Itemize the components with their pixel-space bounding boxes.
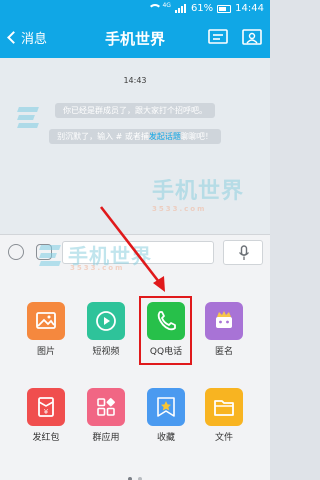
panel-item-label: 收藏 bbox=[156, 433, 175, 443]
panel-tile bbox=[27, 302, 65, 340]
battery-percent: 61% bbox=[190, 3, 214, 14]
microphone-icon bbox=[238, 245, 250, 260]
watermark-sub: 3533.com bbox=[70, 264, 125, 272]
signal-icon bbox=[174, 4, 187, 13]
favorite-star-icon bbox=[157, 397, 175, 417]
wifi-icon bbox=[148, 4, 163, 13]
group-info-icon[interactable] bbox=[208, 28, 228, 50]
image-icon bbox=[36, 312, 56, 329]
watermark-logo-icon bbox=[17, 105, 42, 129]
panel-tile: ¥ bbox=[27, 388, 65, 426]
start-topic-link[interactable]: 发起话题 bbox=[149, 132, 181, 141]
panel-item-label: 群应用 bbox=[92, 433, 120, 443]
panel-item-label: 短视频 bbox=[92, 347, 120, 357]
chat-timestamp: 14:43 bbox=[123, 76, 147, 85]
anonymous-mask-icon bbox=[216, 311, 232, 328]
watermark-text: 手机世界 bbox=[152, 179, 245, 204]
panel-item-pictures[interactable]: 图片 bbox=[24, 302, 68, 357]
battery-icon bbox=[217, 4, 232, 13]
page-indicator bbox=[0, 466, 270, 480]
status-time: 14:44 bbox=[235, 3, 264, 14]
panel-tile bbox=[87, 388, 125, 426]
panel-item-label: 图片 bbox=[36, 347, 55, 357]
system-message-text: 别沉默了，输入 # 或者捕发起话题聊聊吧！ bbox=[49, 129, 221, 144]
panel-tile bbox=[87, 302, 125, 340]
video-play-icon bbox=[96, 311, 116, 331]
apps-grid-icon bbox=[97, 398, 115, 416]
panel-item-group-apps[interactable]: 群应用 bbox=[84, 388, 128, 443]
status-bar: 4G 61% 14:44 bbox=[0, 0, 270, 18]
highlight-box bbox=[139, 296, 192, 365]
panel-item-files[interactable]: 文件 bbox=[202, 388, 246, 443]
watermark-sub: 3533.com bbox=[152, 205, 207, 213]
system-message-prefix: 别沉默了，输入 # 或者捕 bbox=[57, 132, 149, 141]
panel-item-anonymous[interactable]: 匿名 bbox=[202, 302, 246, 357]
panel-item-label: 文件 bbox=[214, 433, 233, 443]
panel-tile bbox=[147, 388, 185, 426]
voice-button[interactable] bbox=[223, 240, 263, 265]
panel-item-label: 匿名 bbox=[214, 347, 233, 357]
system-message-suffix: 聊聊吧！ bbox=[180, 132, 213, 141]
panel-item-label: 发红包 bbox=[32, 433, 60, 443]
network-type: 4G bbox=[162, 2, 171, 9]
group-members-icon[interactable] bbox=[242, 28, 262, 50]
svg-text:¥: ¥ bbox=[44, 408, 49, 416]
system-message-text: 你已经是群成员了，跟大家打个招呼吧。 bbox=[55, 103, 215, 118]
watermark: 手机世界 3533.com bbox=[152, 173, 244, 213]
watermark-logo bbox=[17, 105, 42, 129]
panel-item-favorites[interactable]: 收藏 bbox=[144, 388, 188, 443]
nav-bar: 消息 手机世界 bbox=[0, 18, 270, 58]
panel-item-red-packet[interactable]: ¥ 发红包 bbox=[24, 388, 68, 443]
red-envelope-icon: ¥ bbox=[38, 397, 54, 417]
panel-tile bbox=[205, 302, 243, 340]
emoji-icon[interactable] bbox=[8, 244, 24, 260]
folder-icon bbox=[214, 400, 234, 416]
panel-tile bbox=[205, 388, 243, 426]
panel-item-short-video[interactable]: 短视频 bbox=[84, 302, 128, 357]
watermark-logo-icon bbox=[39, 243, 64, 267]
chat-area[interactable]: 14:43 你已经是群成员了，跟大家打个招呼吧。 别沉默了，输入 # 或者捕发起… bbox=[0, 58, 270, 234]
